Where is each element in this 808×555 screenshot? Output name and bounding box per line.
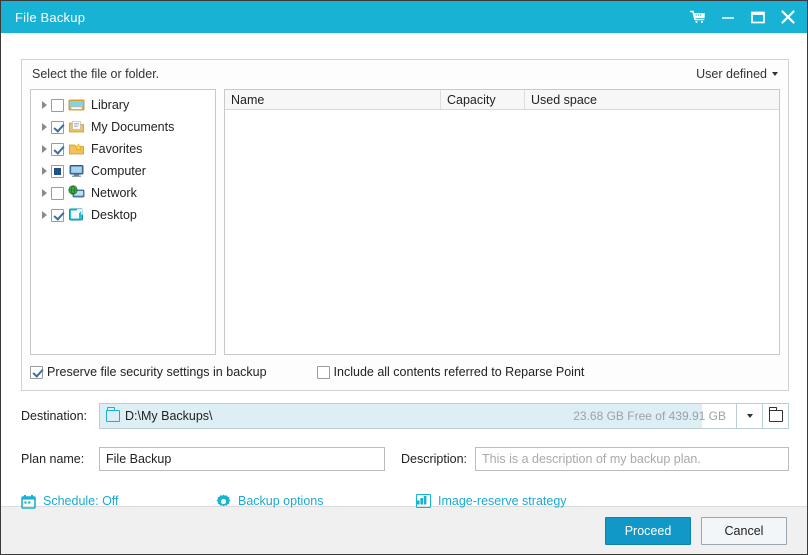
minimize-icon[interactable] [713,2,743,32]
library-folder-icon [68,97,86,113]
destination-browse-button[interactable] [763,403,789,429]
destination-dropdown-button[interactable] [737,403,763,429]
checkbox-box[interactable] [30,366,43,379]
destination-path: D:\My Backups\ [125,409,213,423]
checkbox-box[interactable] [317,366,330,379]
tree-checkbox[interactable] [51,99,64,112]
tree-checkbox[interactable] [51,187,64,200]
column-header-capacity[interactable]: Capacity [440,90,524,109]
dialog-body: Select the file or folder. User defined [1,33,807,506]
expand-arrow-icon[interactable] [37,211,51,219]
tree-item-label: Computer [91,164,146,178]
schedule-link-label: Schedule: Off [43,494,119,508]
reparse-point-checkbox[interactable]: Include all contents referred to Reparse… [317,365,585,379]
file-list-header: Name Capacity Used space [225,90,779,110]
tree-checkbox[interactable] [51,165,64,178]
window-title: File Backup [15,10,85,25]
tree-item-favorites[interactable]: Favorites [31,138,215,160]
selector-caption: Select the file or folder. [32,67,159,81]
destination-row: Destination: D:\My Backups\ 23.68 GB Fre… [21,403,789,429]
backup-options-link[interactable]: Backup options [216,494,416,509]
image-reserve-strategy-link[interactable]: Image-reserve strategy [416,494,567,508]
folder-icon [769,410,783,422]
selector-header: Select the file or folder. User defined [22,60,788,88]
description-input[interactable] [475,447,789,471]
folder-tree-pane[interactable]: Library My Documents [30,89,216,355]
expand-arrow-icon[interactable] [37,189,51,197]
destination-label: Destination: [21,409,99,423]
column-header-name[interactable]: Name [225,90,440,109]
favorites-folder-icon [68,141,86,157]
computer-icon [68,163,86,179]
expand-arrow-icon[interactable] [37,145,51,153]
preserve-security-label: Preserve file security settings in backu… [47,365,267,379]
file-selector-panel: Select the file or folder. User defined [21,59,789,391]
cancel-button[interactable]: Cancel [701,517,787,545]
expand-arrow-icon[interactable] [37,123,51,131]
tree-item-computer[interactable]: Computer [31,160,215,182]
tree-checkbox[interactable] [51,143,64,156]
options-links-row: Schedule: Off Backup options [21,488,789,514]
file-list-pane[interactable]: Name Capacity Used space [224,89,780,355]
plan-name-input[interactable] [99,447,385,471]
chevron-down-icon [747,414,753,418]
documents-folder-icon [68,119,86,135]
network-icon [68,185,86,201]
tree-item-label: Favorites [91,142,142,156]
tree-item-library[interactable]: Library [31,94,215,116]
backup-options-link-label: Backup options [238,494,323,508]
plan-row: Plan name: Description: [21,447,789,471]
schedule-link[interactable]: Schedule: Off [21,494,216,509]
tree-item-network[interactable]: Network [31,182,215,204]
desktop-icon [68,207,86,223]
expand-arrow-icon[interactable] [37,167,51,175]
plan-name-label: Plan name: [21,452,99,466]
tree-item-label: Network [91,186,137,200]
file-backup-window: File Backup [0,0,808,555]
image-icon [416,494,431,508]
expand-arrow-icon[interactable] [37,101,51,109]
folder-icon [106,410,120,422]
close-icon[interactable] [773,2,803,32]
tree-item-label: Library [91,98,129,112]
reparse-point-label: Include all contents referred to Reparse… [334,365,585,379]
tree-item-label: Desktop [91,208,137,222]
file-list-body[interactable] [225,110,779,354]
description-label: Description: [401,452,467,466]
tree-item-desktop[interactable]: Desktop [31,204,215,226]
tree-item-my-documents[interactable]: My Documents [31,116,215,138]
tree-checkbox[interactable] [51,121,64,134]
tree-item-label: My Documents [91,120,174,134]
chevron-down-icon [772,72,778,76]
destination-space-text: 23.68 GB Free of 439.91 GB [573,409,726,423]
gear-icon [216,494,231,509]
selector-options-row: Preserve file security settings in backu… [30,360,780,384]
destination-field[interactable]: D:\My Backups\ 23.68 GB Free of 439.91 G… [99,403,737,429]
view-mode-dropdown[interactable]: User defined [696,67,778,81]
cart-icon[interactable] [683,2,713,32]
column-header-used-space[interactable]: Used space [524,90,779,109]
view-mode-label: User defined [696,67,767,81]
tree-checkbox[interactable] [51,209,64,222]
calendar-icon [21,494,36,509]
maximize-icon[interactable] [743,2,773,32]
proceed-button[interactable]: Proceed [605,517,691,545]
selector-panes: Library My Documents [30,89,780,355]
title-bar: File Backup [1,1,807,33]
image-reserve-strategy-link-label: Image-reserve strategy [438,494,567,508]
preserve-security-checkbox[interactable]: Preserve file security settings in backu… [30,365,267,379]
